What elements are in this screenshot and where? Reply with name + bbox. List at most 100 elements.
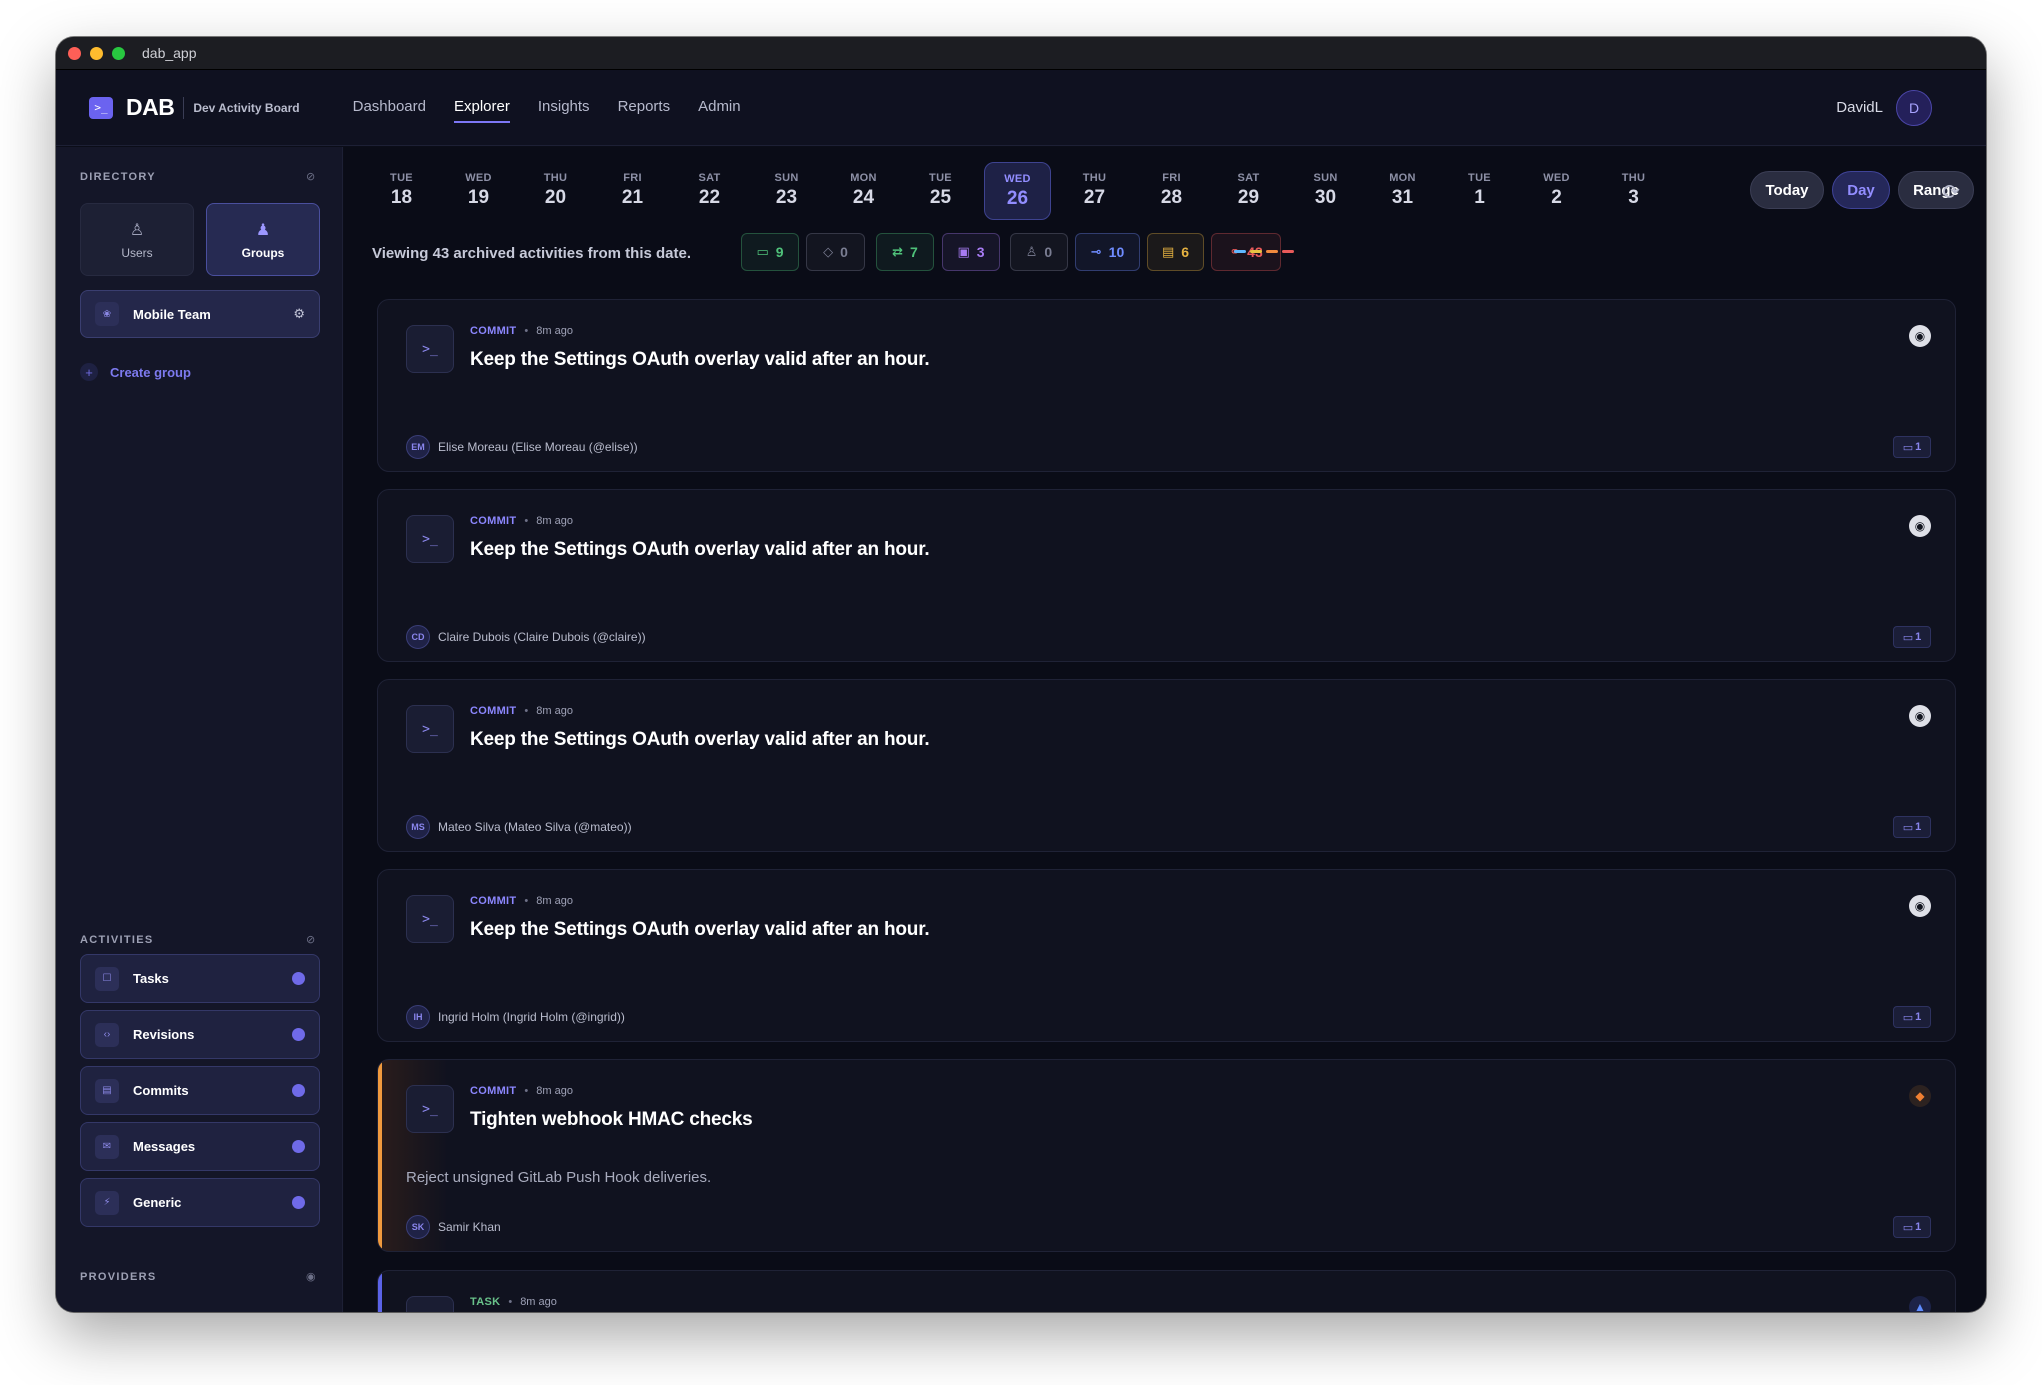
activity-card[interactable]: >_ COMMIT • 8m ago Tighten webhook HMAC chec… [377, 1059, 1956, 1252]
date-day: 3 [1628, 187, 1639, 208]
author-avatar: EM [406, 435, 430, 459]
github-icon[interactable]: ◉ [1909, 325, 1931, 347]
date-weekday: SAT [1237, 172, 1260, 184]
revision-count-badge[interactable]: ▭ 1 [1893, 626, 1931, 648]
activity-filter-tasks[interactable]: ☐ Tasks [80, 954, 320, 1003]
date-cell[interactable]: FRI 28 [1138, 162, 1205, 220]
filter-chip[interactable]: ▣ 3 [942, 233, 1000, 271]
activity-title[interactable]: Keep the Settings OAuth overlay valid af… [470, 349, 930, 371]
activity-author[interactable]: CD Claire Dubois (Claire Dubois (@claire)… [406, 625, 646, 649]
activity-filter-commits[interactable]: ▤ Commits [80, 1066, 320, 1115]
commit-icon: ▤ [95, 1078, 119, 1103]
activity-author[interactable]: IH Ingrid Holm (Ingrid Holm (@ingrid)) [406, 1005, 625, 1029]
enabled-indicator[interactable] [292, 1196, 305, 1209]
gitlab-icon[interactable]: ◆ [1909, 1085, 1931, 1107]
maximize-window-button[interactable] [112, 46, 125, 60]
user-menu[interactable]: DavidL D [1836, 89, 1932, 126]
filter-chip[interactable]: ▭ 9 [741, 233, 799, 271]
revision-count-badge[interactable]: ▭ 1 [1893, 816, 1931, 838]
gear-icon[interactable]: ⚙ [293, 306, 305, 322]
date-weekday: WED [1543, 172, 1570, 184]
activity-filter-revisions[interactable]: ‹› Revisions [80, 1010, 320, 1059]
nav-link-reports[interactable]: Reports [618, 92, 671, 123]
avatar[interactable]: D [1896, 89, 1932, 126]
date-cell[interactable]: FRI 21 [599, 162, 666, 220]
activity-filter-generic[interactable]: ⚡ Generic [80, 1178, 320, 1227]
activity-card[interactable]: >_ COMMIT • 8m ago Keep the Settings OAuth o… [377, 299, 1956, 472]
close-window-button[interactable] [68, 46, 81, 60]
users-button[interactable]: ♙ Users [80, 203, 194, 276]
date-weekday: SUN [1313, 172, 1338, 184]
date-cell[interactable]: MON 24 [830, 162, 897, 220]
logo[interactable]: >_ DAB Dev Activity Board [89, 94, 300, 121]
date-cell[interactable]: WED 26 [984, 162, 1051, 220]
today-button[interactable]: Today [1750, 171, 1824, 209]
groups-button[interactable]: ♟ Groups [206, 203, 320, 276]
date-cell[interactable]: TUE 1 [1446, 162, 1513, 220]
nav-link-admin[interactable]: Admin [698, 92, 741, 123]
date-day: 30 [1314, 187, 1337, 208]
filter-chip[interactable]: ♙ 0 [1010, 233, 1068, 271]
author-avatar: CD [406, 625, 430, 649]
date-cell[interactable]: WED 19 [445, 162, 512, 220]
activity-time: 8m ago [536, 515, 573, 527]
activity-filter-messages[interactable]: ✉ Messages [80, 1122, 320, 1171]
date-cell[interactable]: SAT 29 [1215, 162, 1282, 220]
enabled-indicator[interactable] [292, 1140, 305, 1153]
refresh-icon[interactable]: ⟳ [1942, 180, 1960, 205]
filter-chip[interactable]: ⇄ 7 [876, 233, 934, 271]
date-day: 22 [698, 187, 721, 208]
date-cell[interactable]: MON 31 [1369, 162, 1436, 220]
nav-link-insights[interactable]: Insights [538, 92, 590, 123]
activity-title[interactable]: Keep the Settings OAuth overlay valid af… [470, 919, 930, 941]
github-icon[interactable]: ◉ [1909, 515, 1931, 537]
date-cell[interactable]: TUE 18 [368, 162, 435, 220]
date-cell[interactable]: WED 2 [1523, 162, 1590, 220]
eye-icon[interactable]: ◉ [306, 1272, 318, 1283]
titlebar: dab_app [56, 37, 1986, 70]
activity-card[interactable]: >_ COMMIT • 8m ago Keep the Settings OAuth o… [377, 869, 1956, 1042]
activity-author[interactable]: MS Mateo Silva (Mateo Silva (@mateo)) [406, 815, 632, 839]
activity-label: Messages [133, 1139, 196, 1154]
github-icon[interactable]: ◉ [1909, 705, 1931, 727]
revision-count-badge[interactable]: ▭ 1 [1893, 436, 1931, 458]
activity-title[interactable]: Tighten webhook HMAC checks [470, 1109, 753, 1131]
revision-count-badge[interactable]: ▭ 1 [1893, 1006, 1931, 1028]
filter-chip[interactable]: ▤ 6 [1147, 233, 1204, 271]
activity-card[interactable]: ◎ TASK • 8m ago ▲ [377, 1270, 1956, 1312]
date-cell[interactable]: SUN 23 [753, 162, 820, 220]
enabled-indicator[interactable] [292, 1084, 305, 1097]
nav-link-dashboard[interactable]: Dashboard [353, 92, 426, 123]
filter-chip[interactable]: ◇ 0 [806, 233, 865, 271]
author-name: Mateo Silva (Mateo Silva (@mateo)) [438, 820, 632, 834]
date-cell[interactable]: SAT 22 [676, 162, 743, 220]
range-button[interactable]: Range [1898, 171, 1974, 209]
activity-title[interactable]: Keep the Settings OAuth overlay valid af… [470, 729, 930, 751]
date-cell[interactable]: THU 3 [1600, 162, 1667, 220]
minimize-window-button[interactable] [90, 46, 103, 60]
filter-chip[interactable]: ⊸ 10 [1075, 233, 1140, 271]
activity-card[interactable]: >_ COMMIT • 8m ago Keep the Settings OAuth o… [377, 489, 1956, 662]
jira-icon[interactable]: ▲ [1909, 1296, 1931, 1312]
eye-off-icon[interactable]: ⊘ [306, 935, 318, 946]
activity-author[interactable]: EM Elise Moreau (Elise Moreau (@elise)) [406, 435, 638, 459]
eye-off-icon[interactable]: ⊘ [306, 172, 318, 183]
enabled-indicator[interactable] [292, 972, 305, 985]
activity-card[interactable]: >_ COMMIT • 8m ago Keep the Settings OAuth o… [377, 679, 1956, 852]
date-cell[interactable]: TUE 25 [907, 162, 974, 220]
activity-title[interactable]: Keep the Settings OAuth overlay valid af… [470, 539, 930, 561]
author-avatar: MS [406, 815, 430, 839]
date-cell[interactable]: THU 20 [522, 162, 589, 220]
date-cell[interactable]: SUN 30 [1292, 162, 1359, 220]
group-item-mobile-team[interactable]: ❀ Mobile Team ⚙ [80, 290, 320, 338]
activity-author[interactable]: SK Samir Khan [406, 1215, 501, 1239]
github-icon[interactable]: ◉ [1909, 895, 1931, 917]
revision-count-badge[interactable]: ▭ 1 [1893, 1216, 1931, 1238]
date-cell[interactable]: THU 27 [1061, 162, 1128, 220]
nav-link-explorer[interactable]: Explorer [454, 92, 510, 123]
date-day: 27 [1083, 187, 1106, 208]
create-group-button[interactable]: + Create group [80, 363, 191, 381]
day-button[interactable]: Day [1832, 171, 1890, 209]
enabled-indicator[interactable] [292, 1028, 305, 1041]
providers-header: PROVIDERS ◉ [80, 1271, 318, 1283]
